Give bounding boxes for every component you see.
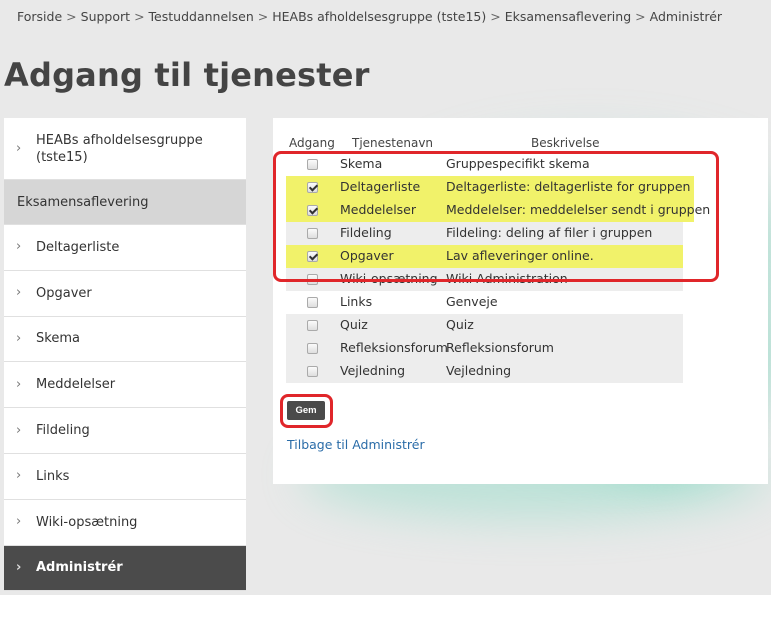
access-checkbox[interactable]	[307, 320, 318, 331]
chevron-right-icon: ›	[16, 140, 22, 156]
sidebar: › HEABs afholdelsesgruppe (tste15) Eksam…	[4, 118, 246, 592]
service-description: Genveje	[446, 294, 498, 309]
sidebar-item-meddelelser[interactable]: › Meddelelser	[4, 362, 246, 409]
service-description: Quiz	[446, 317, 474, 332]
breadcrumb-item-group[interactable]: HEABs afholdelsesgruppe (tste15)	[272, 9, 486, 24]
breadcrumb-separator: >	[134, 9, 145, 24]
access-checkbox[interactable]	[307, 343, 318, 354]
breadcrumb-item-testuddannelsen[interactable]: Testuddannelsen	[149, 9, 254, 24]
access-checkbox[interactable]	[307, 228, 318, 239]
service-name: Wiki-opsætning	[340, 271, 438, 286]
sidebar-item-opgaver[interactable]: › Opgaver	[4, 270, 246, 317]
service-description: Fildeling: deling af filer i gruppen	[446, 225, 653, 240]
breadcrumb-item-administrer: Administrér	[649, 9, 723, 24]
sidebar-item-label: Skema	[36, 331, 80, 347]
chevron-right-icon: ›	[16, 560, 22, 576]
service-description: Refleksionsforum	[446, 340, 554, 355]
table-row: Opgaver Lav afleveringer online.	[286, 245, 683, 268]
table-row: Wiki-opsætning Wiki Administration	[286, 268, 683, 291]
breadcrumb-item-support[interactable]: Support	[81, 9, 130, 24]
service-description: Lav afleveringer online.	[446, 248, 594, 263]
service-name: Vejledning	[340, 363, 406, 378]
service-name: Quiz	[340, 317, 368, 332]
service-description: Gruppespecifikt skema	[446, 156, 590, 171]
chevron-right-icon: ›	[16, 285, 22, 301]
page-title: Adgang til tjenester	[4, 56, 370, 94]
breadcrumb-item-forside[interactable]: Forside	[17, 9, 62, 24]
breadcrumb-separator: >	[66, 9, 77, 24]
table-row: Vejledning Vejledning	[286, 360, 683, 383]
service-name: Deltagerliste	[340, 179, 421, 194]
column-header-name: Tjenestenavn	[352, 136, 434, 150]
breadcrumb-separator: >	[490, 9, 501, 24]
sidebar-item-label: Wiki-opsætning	[36, 514, 138, 530]
sidebar-item-label: HEABs afholdelsesgruppe (tste15)	[36, 132, 203, 165]
chevron-right-icon: ›	[16, 331, 22, 347]
sidebar-group-header: Eksamensaflevering	[4, 180, 246, 225]
service-name: Refleksionsforum	[340, 340, 448, 355]
services-panel: Adgang Tjenestenavn Beskrivelse Skema Gru…	[273, 118, 768, 484]
table-row: Skema Gruppespecifikt skema	[286, 153, 683, 176]
access-checkbox[interactable]	[307, 297, 318, 308]
service-name: Links	[340, 294, 373, 309]
service-description: Deltagerliste: deltagerliste for gruppen	[446, 179, 691, 194]
sidebar-group-label: Eksamensaflevering	[17, 194, 149, 210]
access-checkbox[interactable]	[307, 205, 318, 216]
table-row: Fildeling Fildeling: deling af filer i gr…	[286, 222, 683, 245]
table-row: Refleksionsforum Refleksionsforum	[286, 337, 683, 360]
back-to-admin-link[interactable]: Tilbage til Administrér	[287, 437, 425, 452]
sidebar-item-wiki-opsaetning[interactable]: › Wiki-opsætning	[4, 499, 246, 546]
service-description: Meddelelser: meddelelser sendt i gruppen	[446, 202, 711, 217]
sidebar-item-deltagerliste[interactable]: › Deltagerliste	[4, 225, 246, 271]
service-description: Wiki Administration	[446, 271, 568, 286]
sidebar-item-label: Administrér	[36, 560, 123, 576]
column-header-description: Beskrivelse	[531, 136, 600, 150]
chevron-right-icon: ›	[16, 422, 22, 438]
access-checkbox[interactable]	[307, 366, 318, 377]
service-name: Skema	[340, 156, 383, 171]
breadcrumb-item-eksamensaflevering[interactable]: Eksamensaflevering	[505, 9, 631, 24]
table-row: Meddelelser Meddelelser: meddelelser send…	[286, 199, 710, 222]
breadcrumb: Forside > Support > Testuddannelsen > HEABs af…	[17, 9, 722, 24]
access-checkbox[interactable]	[307, 274, 318, 285]
chevron-right-icon: ›	[16, 514, 22, 530]
column-header-access: Adgang	[289, 136, 335, 150]
sidebar-item-label: Deltagerliste	[36, 239, 120, 255]
chevron-right-icon: ›	[16, 468, 22, 484]
service-description: Vejledning	[446, 363, 512, 378]
sidebar-item-label: Links	[36, 468, 70, 484]
page: Forside > Support > Testuddannelsen > HEABs af…	[0, 0, 771, 624]
access-checkbox[interactable]	[307, 182, 318, 193]
sidebar-item-group-home[interactable]: › HEABs afholdelsesgruppe (tste15)	[4, 118, 246, 180]
sidebar-item-links[interactable]: › Links	[4, 453, 246, 500]
table-row: Deltagerliste Deltagerliste: deltagerlist…	[286, 176, 694, 199]
save-button[interactable]: Gem	[287, 401, 325, 420]
access-checkbox[interactable]	[307, 159, 318, 170]
sidebar-item-label: Fildeling	[36, 423, 90, 439]
table-row: Quiz Quiz	[286, 314, 683, 337]
sidebar-item-skema[interactable]: › Skema	[4, 316, 246, 363]
chevron-right-icon: ›	[16, 376, 22, 392]
table-row: Links Genveje	[286, 291, 683, 314]
sidebar-item-label: Meddelelser	[36, 377, 116, 393]
sidebar-item-label: Opgaver	[36, 285, 92, 301]
service-name: Opgaver	[340, 248, 394, 263]
service-name: Fildeling	[340, 225, 392, 240]
breadcrumb-separator: >	[257, 9, 269, 24]
sidebar-item-administrer[interactable]: › Administrér	[4, 545, 246, 592]
chevron-right-icon: ›	[16, 239, 22, 255]
sidebar-item-fildeling[interactable]: › Fildeling	[4, 408, 246, 454]
access-checkbox[interactable]	[307, 251, 318, 262]
breadcrumb-separator: >	[635, 9, 646, 24]
service-name: Meddelelser	[340, 202, 417, 217]
